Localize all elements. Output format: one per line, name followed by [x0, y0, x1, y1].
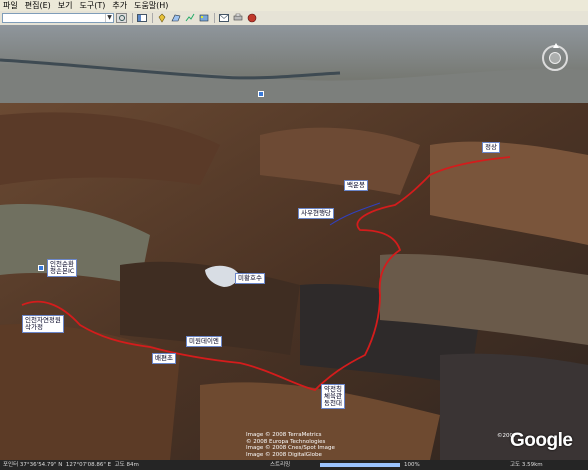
menu-help[interactable]: 도움말(H) — [131, 0, 171, 11]
path-icon[interactable] — [184, 13, 195, 23]
label-baegun[interactable]: 백운봉 — [344, 180, 368, 191]
copyright-line: Image © 2008 DigitalGlobe — [246, 451, 322, 458]
label-seonggye[interactable]: 인천자연정원 삭가정 — [22, 315, 64, 333]
label-baemin[interactable]: 배편초 — [152, 353, 176, 364]
status-bar: 포인터 37°36'54.79" N 127°07'08.86" E 고도 84… — [0, 460, 588, 470]
pointer-coords: 포인터 37°36'54.79" N 127°07'08.86" E 고도 84… — [3, 462, 139, 468]
menu-edit[interactable]: 편집(E) — [22, 0, 54, 11]
map-view[interactable]: 정상 백운봉 사우현행당 미황호수 인천순환 청손본IC 인천자연정원 삭가정 … — [0, 25, 588, 460]
view-in-maps-icon[interactable] — [246, 13, 257, 23]
sidebar-icon[interactable] — [136, 13, 147, 23]
label-seobu[interactable]: 약전칭 체육관 동천대 — [321, 384, 345, 409]
copyright-line: Image © 2008 Cnes/Spot Image — [246, 445, 335, 451]
label-gyeongin[interactable]: 인천순환 청손본IC — [47, 259, 78, 277]
streaming-percent: 100% — [404, 462, 420, 468]
label-wolgye[interactable]: 미원데이엔 — [186, 336, 222, 347]
copyright-line: Image © 2008 TerraMetrics — [246, 432, 322, 438]
chevron-down-icon[interactable]: ▼ — [105, 14, 113, 22]
toolbar-separator — [214, 13, 215, 23]
streaming-label: 스트리밍 — [270, 462, 291, 468]
search-button[interactable] — [116, 13, 127, 23]
menu-bar: 파일 편집(E) 보기 도구(T) 추가 도움말(H) — [0, 0, 588, 11]
menu-file[interactable]: 파일 — [0, 0, 21, 11]
compass-icon[interactable] — [542, 43, 568, 71]
eye-altitude: 고도 3.59km — [510, 462, 543, 468]
label-hwangmul[interactable]: 미황호수 — [235, 273, 265, 284]
toolbar-separator — [132, 13, 133, 23]
placemark-icon[interactable] — [258, 91, 264, 97]
streaming-progress — [320, 463, 400, 467]
overlay-icon[interactable] — [198, 13, 209, 23]
menu-tools[interactable]: 도구(T) — [77, 0, 109, 11]
menu-add[interactable]: 추가 — [109, 0, 130, 11]
polygon-icon[interactable] — [170, 13, 181, 23]
placemark-icon[interactable] — [38, 265, 44, 271]
google-logo: Google — [510, 430, 573, 451]
copyright-text: Image © 2008 TerraMetrics © 2008 Europa … — [246, 432, 335, 458]
email-icon[interactable] — [218, 13, 229, 23]
menu-view[interactable]: 보기 — [55, 0, 76, 11]
toolbar-separator — [152, 13, 153, 23]
terrain-image — [0, 25, 588, 460]
search-input[interactable]: ▼ — [2, 13, 114, 23]
label-jeongsang[interactable]: 정상 — [482, 142, 500, 153]
look-joystick[interactable] — [549, 52, 561, 64]
streaming-progress-fill — [320, 463, 400, 467]
placemark-icon[interactable] — [156, 13, 167, 23]
toolbar: ▼ — [0, 11, 588, 26]
print-icon[interactable] — [232, 13, 243, 23]
label-sumum[interactable]: 사우현행당 — [298, 208, 334, 219]
